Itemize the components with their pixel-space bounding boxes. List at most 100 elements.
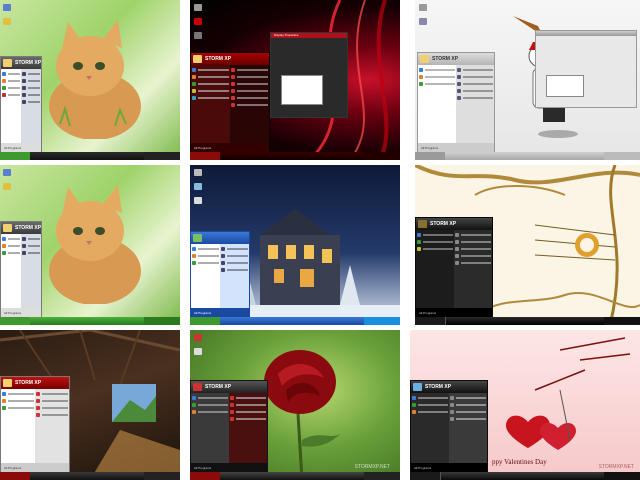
properties-window[interactable]	[535, 30, 637, 108]
menu-item[interactable]	[2, 92, 20, 98]
desktop-icon[interactable]	[194, 334, 202, 341]
menu-item[interactable]	[221, 253, 248, 259]
menu-item[interactable]	[231, 67, 268, 73]
desktop-icon[interactable]	[3, 169, 11, 176]
desktop-icon[interactable]	[3, 183, 11, 190]
menu-item[interactable]	[22, 99, 40, 105]
menu-item[interactable]	[455, 260, 491, 266]
start-button[interactable]	[190, 152, 220, 160]
menu-item[interactable]	[221, 246, 248, 252]
menu-item[interactable]	[2, 405, 34, 411]
menu-item[interactable]	[412, 409, 448, 415]
desktop-icon[interactable]	[419, 4, 427, 11]
desktop-icon[interactable]	[194, 197, 202, 204]
menu-item[interactable]	[457, 67, 493, 73]
start-button[interactable]	[415, 317, 446, 325]
menu-item[interactable]	[450, 409, 486, 415]
menu-item[interactable]	[36, 398, 68, 404]
menu-item[interactable]	[22, 85, 40, 91]
menu-item[interactable]	[412, 395, 448, 401]
menu-item[interactable]	[2, 398, 34, 404]
display-properties-window[interactable]: Display Properties	[270, 32, 348, 118]
menu-item[interactable]	[192, 88, 229, 94]
menu-item[interactable]	[230, 409, 266, 415]
menu-item[interactable]	[231, 74, 268, 80]
tile-pirate-grey: STORM XP All Programs	[415, 0, 640, 160]
desktop-icon[interactable]	[194, 348, 202, 355]
menu-item[interactable]	[22, 243, 40, 249]
start-button[interactable]	[190, 317, 220, 325]
menu-item[interactable]	[2, 85, 20, 91]
desktop-icon[interactable]	[194, 32, 202, 39]
menu-item[interactable]	[457, 81, 493, 87]
menu-item[interactable]	[455, 232, 491, 238]
menu-item[interactable]	[419, 81, 455, 87]
desktop-icon[interactable]	[194, 4, 202, 11]
menu-item[interactable]	[221, 267, 248, 273]
menu-item[interactable]	[36, 391, 68, 397]
menu-item[interactable]	[457, 88, 493, 94]
menu-item[interactable]	[230, 395, 266, 401]
start-button[interactable]	[190, 472, 220, 480]
start-button[interactable]	[415, 152, 445, 160]
menu-item[interactable]	[417, 239, 453, 245]
desktop-icon[interactable]	[3, 4, 11, 11]
menu-item[interactable]	[2, 391, 34, 397]
menu-item[interactable]	[231, 95, 268, 101]
menu-item[interactable]	[455, 239, 491, 245]
menu-item[interactable]	[192, 95, 229, 101]
menu-item[interactable]	[231, 102, 268, 108]
start-button[interactable]	[0, 317, 30, 325]
menu-item[interactable]	[450, 395, 486, 401]
menu-item[interactable]	[192, 246, 219, 252]
menu-item[interactable]	[231, 81, 268, 87]
menu-item[interactable]	[2, 243, 20, 249]
menu-item[interactable]	[419, 67, 455, 73]
menu-item[interactable]	[417, 246, 453, 252]
desktop-icon[interactable]	[3, 18, 11, 25]
menu-item[interactable]	[2, 250, 20, 256]
start-button[interactable]	[0, 472, 30, 480]
menu-item[interactable]	[417, 232, 453, 238]
menu-item[interactable]	[192, 395, 228, 401]
window-titlebar[interactable]	[536, 31, 636, 36]
menu-item[interactable]	[22, 250, 40, 256]
menu-item[interactable]	[192, 67, 229, 73]
start-button[interactable]	[410, 472, 441, 480]
menu-item[interactable]	[192, 253, 219, 259]
menu-item[interactable]	[2, 78, 20, 84]
desktop-icon[interactable]	[419, 18, 427, 25]
menu-item[interactable]	[457, 74, 493, 80]
menu-item[interactable]	[2, 236, 20, 242]
menu-item[interactable]	[450, 402, 486, 408]
menu-item[interactable]	[36, 405, 68, 411]
menu-item[interactable]	[419, 74, 455, 80]
system-tray	[144, 152, 180, 160]
desktop-icon[interactable]	[194, 18, 202, 25]
start-button[interactable]	[0, 152, 30, 160]
menu-item[interactable]	[192, 260, 219, 266]
menu-item[interactable]	[22, 78, 40, 84]
menu-item[interactable]	[412, 402, 448, 408]
menu-item[interactable]	[22, 236, 40, 242]
menu-item[interactable]	[230, 402, 266, 408]
menu-item[interactable]	[450, 416, 486, 422]
menu-item[interactable]	[22, 92, 40, 98]
desktop-icon[interactable]	[194, 169, 202, 176]
menu-item[interactable]	[36, 412, 68, 418]
menu-item[interactable]	[192, 409, 228, 415]
menu-item[interactable]	[192, 81, 229, 87]
menu-item[interactable]	[192, 402, 228, 408]
desktop-icon[interactable]	[194, 183, 202, 190]
menu-item[interactable]	[2, 71, 20, 77]
menu-item[interactable]	[192, 74, 229, 80]
menu-item[interactable]	[457, 95, 493, 101]
menu-item[interactable]	[22, 71, 40, 77]
avatar	[418, 220, 427, 228]
menu-item[interactable]	[231, 88, 268, 94]
menu-item[interactable]	[230, 416, 266, 422]
avatar	[193, 55, 202, 63]
menu-item[interactable]	[455, 246, 491, 252]
menu-item[interactable]	[455, 253, 491, 259]
menu-item[interactable]	[221, 260, 248, 266]
